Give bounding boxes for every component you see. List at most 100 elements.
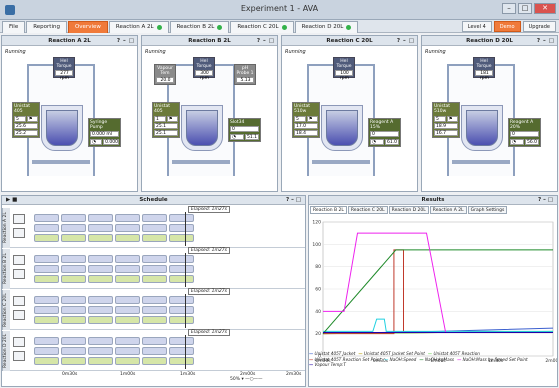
schedule-step[interactable]: [61, 296, 86, 304]
maximize-icon[interactable]: □: [549, 36, 554, 46]
schedule-step[interactable]: [142, 275, 167, 283]
tab-reaction-c[interactable]: Reaction C 20L: [230, 21, 294, 33]
close-icon[interactable]: ✕: [534, 3, 556, 14]
schedule-step[interactable]: [169, 224, 194, 232]
help-icon[interactable]: ?: [257, 36, 260, 46]
reactor-vessel[interactable]: [46, 110, 78, 146]
schedule-step[interactable]: [115, 296, 140, 304]
minimize-icon[interactable]: –: [263, 36, 266, 46]
demo-button[interactable]: Demo: [493, 21, 521, 32]
graph-tab-reaction-b[interactable]: Reaction B 2L: [310, 206, 347, 214]
schedule-step[interactable]: [115, 337, 140, 345]
schedule-step[interactable]: [34, 296, 59, 304]
schedule-step[interactable]: [169, 337, 194, 345]
thermostat-box[interactable]: Unistat 405 1 ⚑ 25.1 25.1: [152, 102, 180, 138]
minimize-icon[interactable]: –: [403, 36, 406, 46]
schedule-step[interactable]: [142, 337, 167, 345]
tab-reaction-b[interactable]: Reaction B 2L: [169, 21, 230, 33]
schedule-step[interactable]: [34, 224, 59, 232]
minimize-icon[interactable]: –: [502, 3, 516, 14]
schedule-step[interactable]: [115, 224, 140, 232]
schedule-step[interactable]: [88, 296, 113, 304]
reactor-vessel[interactable]: [186, 110, 218, 146]
schedule-step[interactable]: [169, 306, 194, 314]
schedule-step[interactable]: [34, 275, 59, 283]
schedule-step[interactable]: [169, 275, 194, 283]
upgrade-button[interactable]: Upgrade: [522, 21, 556, 32]
schedule-step[interactable]: [142, 316, 167, 324]
schedule-step[interactable]: [34, 255, 59, 263]
schedule-step[interactable]: [115, 357, 140, 365]
schedule-step[interactable]: [34, 337, 59, 345]
help-icon[interactable]: ? – □: [286, 196, 301, 205]
thermostat-box[interactable]: Unistat 510w 5 ⚑ 18.9 16.7: [432, 102, 460, 138]
schedule-step[interactable]: [115, 255, 140, 263]
side-device-box[interactable]: Slot34 0 ◔ 51.1: [228, 118, 261, 142]
schedule-step[interactable]: [88, 255, 113, 263]
schedule-step[interactable]: [61, 255, 86, 263]
thermostat-box[interactable]: Unistat 510w 5 ⚑ 17.0 18.4: [292, 102, 320, 138]
schedule-step[interactable]: [88, 337, 113, 345]
schedule-step[interactable]: [169, 296, 194, 304]
level-button[interactable]: Level 4: [461, 21, 492, 32]
schedule-step[interactable]: [88, 224, 113, 232]
schedule-step[interactable]: [169, 357, 194, 365]
schedule-step[interactable]: [142, 265, 167, 273]
schedule-step[interactable]: [61, 214, 86, 222]
schedule-step[interactable]: [169, 255, 194, 263]
schedule-step[interactable]: [115, 306, 140, 314]
zoom-slider[interactable]: 50% ▾ —○——: [230, 377, 263, 382]
schedule-step[interactable]: [34, 347, 59, 355]
schedule-step[interactable]: [169, 234, 194, 242]
tab-reaction-a[interactable]: Reaction A 2L: [108, 21, 169, 33]
schedule-step[interactable]: [169, 316, 194, 324]
schedule-step[interactable]: [142, 255, 167, 263]
tab-overview[interactable]: Overview: [67, 21, 108, 33]
reactor-vessel[interactable]: [326, 110, 358, 146]
schedule-step[interactable]: [61, 265, 86, 273]
schedule-step[interactable]: [34, 306, 59, 314]
schedule-step[interactable]: [142, 234, 167, 242]
graph-tab-reaction-d[interactable]: Reaction D 20L: [388, 206, 429, 214]
help-icon[interactable]: ?: [397, 36, 400, 46]
reactor-vessel[interactable]: [466, 110, 498, 146]
side-device-box[interactable]: Syringe Pump 0.000 ml ◔ 0.000: [88, 118, 121, 147]
schedule-step[interactable]: [61, 316, 86, 324]
vapour-temp-box[interactable]: Vapour Tem 20.0: [154, 64, 176, 85]
torque-box[interactable]: Hel Torque 100 rpm: [333, 57, 355, 81]
thermostat-box[interactable]: Unistat 405 5 ⚑ 25.6 25.2: [12, 102, 40, 138]
torque-box[interactable]: Hel Torque 277 rpm: [53, 57, 75, 81]
schedule-step[interactable]: [34, 234, 59, 242]
schedule-step[interactable]: [61, 347, 86, 355]
schedule-step[interactable]: [115, 214, 140, 222]
schedule-step[interactable]: [88, 265, 113, 273]
schedule-step[interactable]: [34, 214, 59, 222]
schedule-step[interactable]: [169, 265, 194, 273]
schedule-step[interactable]: [115, 316, 140, 324]
maximize-icon[interactable]: □: [269, 36, 274, 46]
tab-reporting[interactable]: Reporting: [26, 21, 67, 33]
schedule-step[interactable]: [88, 306, 113, 314]
schedule-step[interactable]: [88, 357, 113, 365]
tab-reaction-d[interactable]: Reaction D 20L: [294, 21, 359, 33]
graph-tab-reaction-c[interactable]: Reaction C 20L: [347, 206, 388, 214]
schedule-step[interactable]: [142, 357, 167, 365]
schedule-step[interactable]: [61, 337, 86, 345]
graph-settings-tab[interactable]: Graph Settings: [467, 206, 508, 214]
schedule-step[interactable]: [142, 296, 167, 304]
schedule-step[interactable]: [88, 234, 113, 242]
help-icon[interactable]: ?: [537, 36, 540, 46]
torque-box[interactable]: Hel Torque 181 rpm: [473, 57, 495, 81]
tab-file[interactable]: File: [2, 21, 26, 33]
schedule-step[interactable]: [169, 347, 194, 355]
schedule-step[interactable]: [61, 357, 86, 365]
maximize-icon[interactable]: □: [409, 36, 414, 46]
maximize-icon[interactable]: □: [129, 36, 134, 46]
schedule-step[interactable]: [88, 347, 113, 355]
ph-probe-box[interactable]: pH Probe 1 5.13: [234, 64, 256, 85]
schedule-step[interactable]: [88, 214, 113, 222]
schedule-step[interactable]: [61, 234, 86, 242]
help-icon[interactable]: ? – □: [538, 196, 553, 205]
schedule-step[interactable]: [169, 214, 194, 222]
schedule-step[interactable]: [88, 275, 113, 283]
